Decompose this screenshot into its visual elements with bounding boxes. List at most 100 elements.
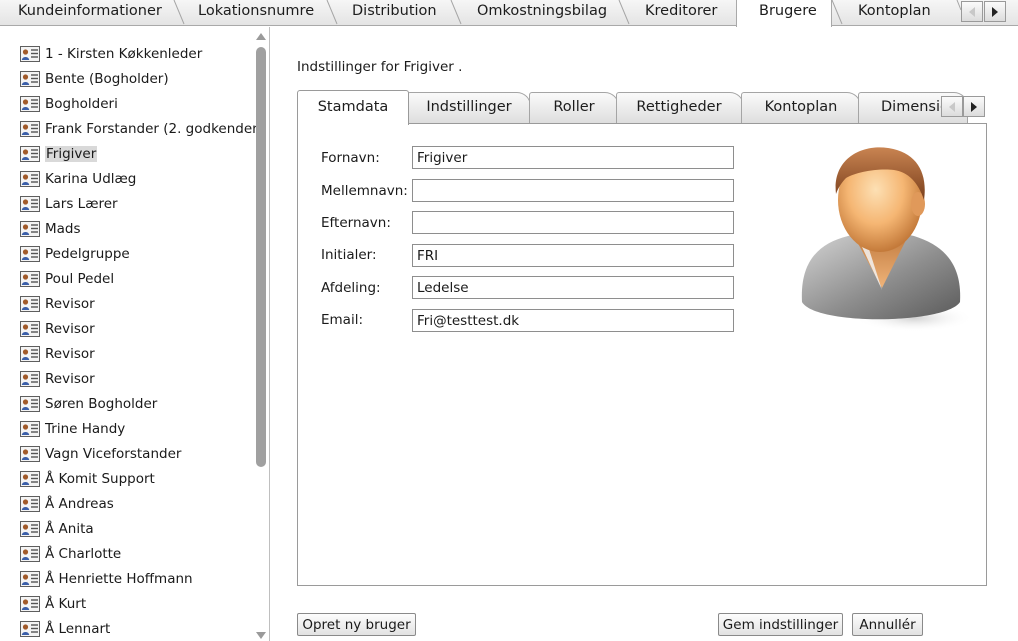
tab-rettigheder[interactable]: Rettigheder: [619, 92, 739, 124]
tab-label: Kontoplan: [764, 99, 838, 115]
tab-stamdata[interactable]: Stamdata: [297, 90, 409, 125]
inner-tab-scroll-right-button[interactable]: [963, 96, 985, 117]
user-card-icon: [20, 446, 40, 462]
scroll-up-icon[interactable]: [255, 31, 267, 41]
initialer-field[interactable]: [412, 244, 734, 267]
user-name: Vagn Viceforstander: [45, 446, 182, 462]
scrollbar-thumb[interactable]: [256, 47, 266, 467]
user-list-item[interactable]: Å Komit Support: [20, 469, 155, 489]
top-tab-bar: Kundeinformationer Lokationsnumre Distri…: [0, 0, 1018, 27]
user-card-icon: [20, 146, 40, 162]
chevron-left-icon: [969, 6, 975, 17]
user-list-scrollbar[interactable]: [254, 27, 268, 641]
user-list-item[interactable]: Bogholderi: [20, 94, 118, 114]
user-name: Revisor: [45, 296, 95, 312]
user-name: Å Charlotte: [45, 546, 122, 562]
efternavn-label: Efternavn:: [321, 215, 391, 231]
chevron-left-icon: [949, 101, 955, 112]
user-name: Bogholderi: [45, 96, 118, 112]
initialer-label: Initialer:: [321, 247, 377, 263]
user-card-icon: [20, 421, 40, 437]
user-list-item[interactable]: Å Kurt: [20, 594, 86, 614]
user-list-item[interactable]: Bente (Bogholder): [20, 69, 169, 89]
user-card-icon: [20, 196, 40, 212]
tab-separators: [173, 0, 962, 25]
user-list-item[interactable]: Lars Lærer: [20, 194, 118, 214]
user-card-icon: [20, 621, 40, 637]
user-name: Søren Bogholder: [45, 396, 158, 412]
create-user-button[interactable]: Opret ny bruger: [297, 613, 416, 636]
tab-label: Indstillinger: [426, 99, 512, 115]
user-name: Revisor: [45, 371, 95, 387]
user-name: Revisor: [45, 321, 95, 337]
user-list-item[interactable]: Mads: [20, 219, 81, 239]
tab-indstillinger[interactable]: Indstillinger: [411, 92, 527, 124]
user-list-item[interactable]: Trine Handy: [20, 419, 125, 439]
email-field[interactable]: [412, 309, 734, 332]
fornavn-field[interactable]: [412, 146, 734, 169]
tab-dimensioner[interactable]: Dimensic: [869, 92, 945, 124]
chevron-right-icon: [992, 6, 998, 17]
user-name: Frigiver: [45, 146, 98, 162]
user-list-item[interactable]: Vagn Viceforstander: [20, 444, 181, 464]
user-name: Å Anita: [45, 521, 94, 537]
user-list-item[interactable]: Revisor: [20, 369, 95, 389]
user-card-icon: [20, 596, 40, 612]
user-list-item[interactable]: Revisor: [20, 344, 95, 364]
fornavn-label: Fornavn:: [321, 150, 380, 166]
user-card-icon: [20, 221, 40, 237]
afdeling-field[interactable]: [412, 276, 734, 299]
tab-label: Dimensic: [881, 99, 945, 115]
tab-label: Roller: [553, 99, 595, 115]
user-card-icon: [20, 321, 40, 337]
user-name: Frank Forstander (2. godkender): [45, 121, 263, 137]
user-card-icon: [20, 546, 40, 562]
user-list-item[interactable]: Revisor: [20, 319, 95, 339]
user-card-icon: [20, 396, 40, 412]
user-list-item[interactable]: Poul Pedel: [20, 269, 114, 289]
user-name: Å Henriette Hoffmann: [45, 571, 193, 587]
user-name: Å Kurt: [45, 596, 87, 612]
user-list-item[interactable]: Å Andreas: [20, 494, 114, 514]
user-name: Pedelgruppe: [45, 246, 130, 262]
settings-title: Indstillinger for Frigiver .: [297, 59, 463, 75]
user-list-item[interactable]: 1 - Kirsten Køkkenleder: [20, 44, 202, 64]
user-list-item[interactable]: Å Henriette Hoffmann: [20, 569, 193, 589]
user-avatar-icon: [801, 147, 971, 332]
mellemnavn-field[interactable]: [412, 179, 734, 202]
save-settings-button[interactable]: Gem indstillinger: [718, 613, 843, 636]
user-card-icon: [20, 346, 40, 362]
user-name: Lars Lærer: [45, 196, 118, 212]
user-list-item[interactable]: Frank Forstander (2. godkender): [20, 119, 263, 139]
user-list-item[interactable]: Søren Bogholder: [20, 394, 157, 414]
user-list-item[interactable]: Å Lennart: [20, 619, 110, 639]
user-card-icon: [20, 521, 40, 537]
tab-kontoplan-inner[interactable]: Kontoplan: [745, 92, 857, 124]
user-list-item[interactable]: Frigiver: [20, 144, 98, 164]
user-name: Trine Handy: [45, 421, 126, 437]
user-list-item[interactable]: Karina Udlæg: [20, 169, 136, 189]
user-card-icon: [20, 121, 40, 137]
inner-tab-scroll-left-button[interactable]: [941, 96, 963, 117]
chevron-right-icon: [971, 101, 977, 112]
user-card-icon: [20, 271, 40, 287]
afdeling-label: Afdeling:: [321, 280, 381, 296]
user-list[interactable]: 1 - Kirsten Køkkenleder Bente (Bogholder)…: [0, 27, 270, 641]
tab-label: Rettigheder: [636, 99, 722, 115]
user-card-icon: [20, 246, 40, 262]
user-list-item[interactable]: Revisor: [20, 294, 95, 314]
user-list-item[interactable]: Å Charlotte: [20, 544, 121, 564]
cancel-button[interactable]: Annullér: [852, 613, 923, 636]
efternavn-field[interactable]: [412, 211, 734, 234]
user-name: Poul Pedel: [45, 271, 115, 287]
user-card-icon: [20, 496, 40, 512]
tab-roller[interactable]: Roller: [533, 92, 615, 124]
user-list-item[interactable]: Å Anita: [20, 519, 94, 539]
user-name: Revisor: [45, 346, 95, 362]
user-list-item[interactable]: Pedelgruppe: [20, 244, 130, 264]
user-name: Å Lennart: [45, 621, 111, 637]
inner-tab-bar: Stamdata Indstillinger Roller Rettighede…: [297, 90, 987, 125]
scroll-down-icon[interactable]: [255, 631, 267, 641]
tab-scroll-left-button[interactable]: [961, 1, 983, 22]
tab-scroll-right-button[interactable]: [984, 1, 1006, 22]
